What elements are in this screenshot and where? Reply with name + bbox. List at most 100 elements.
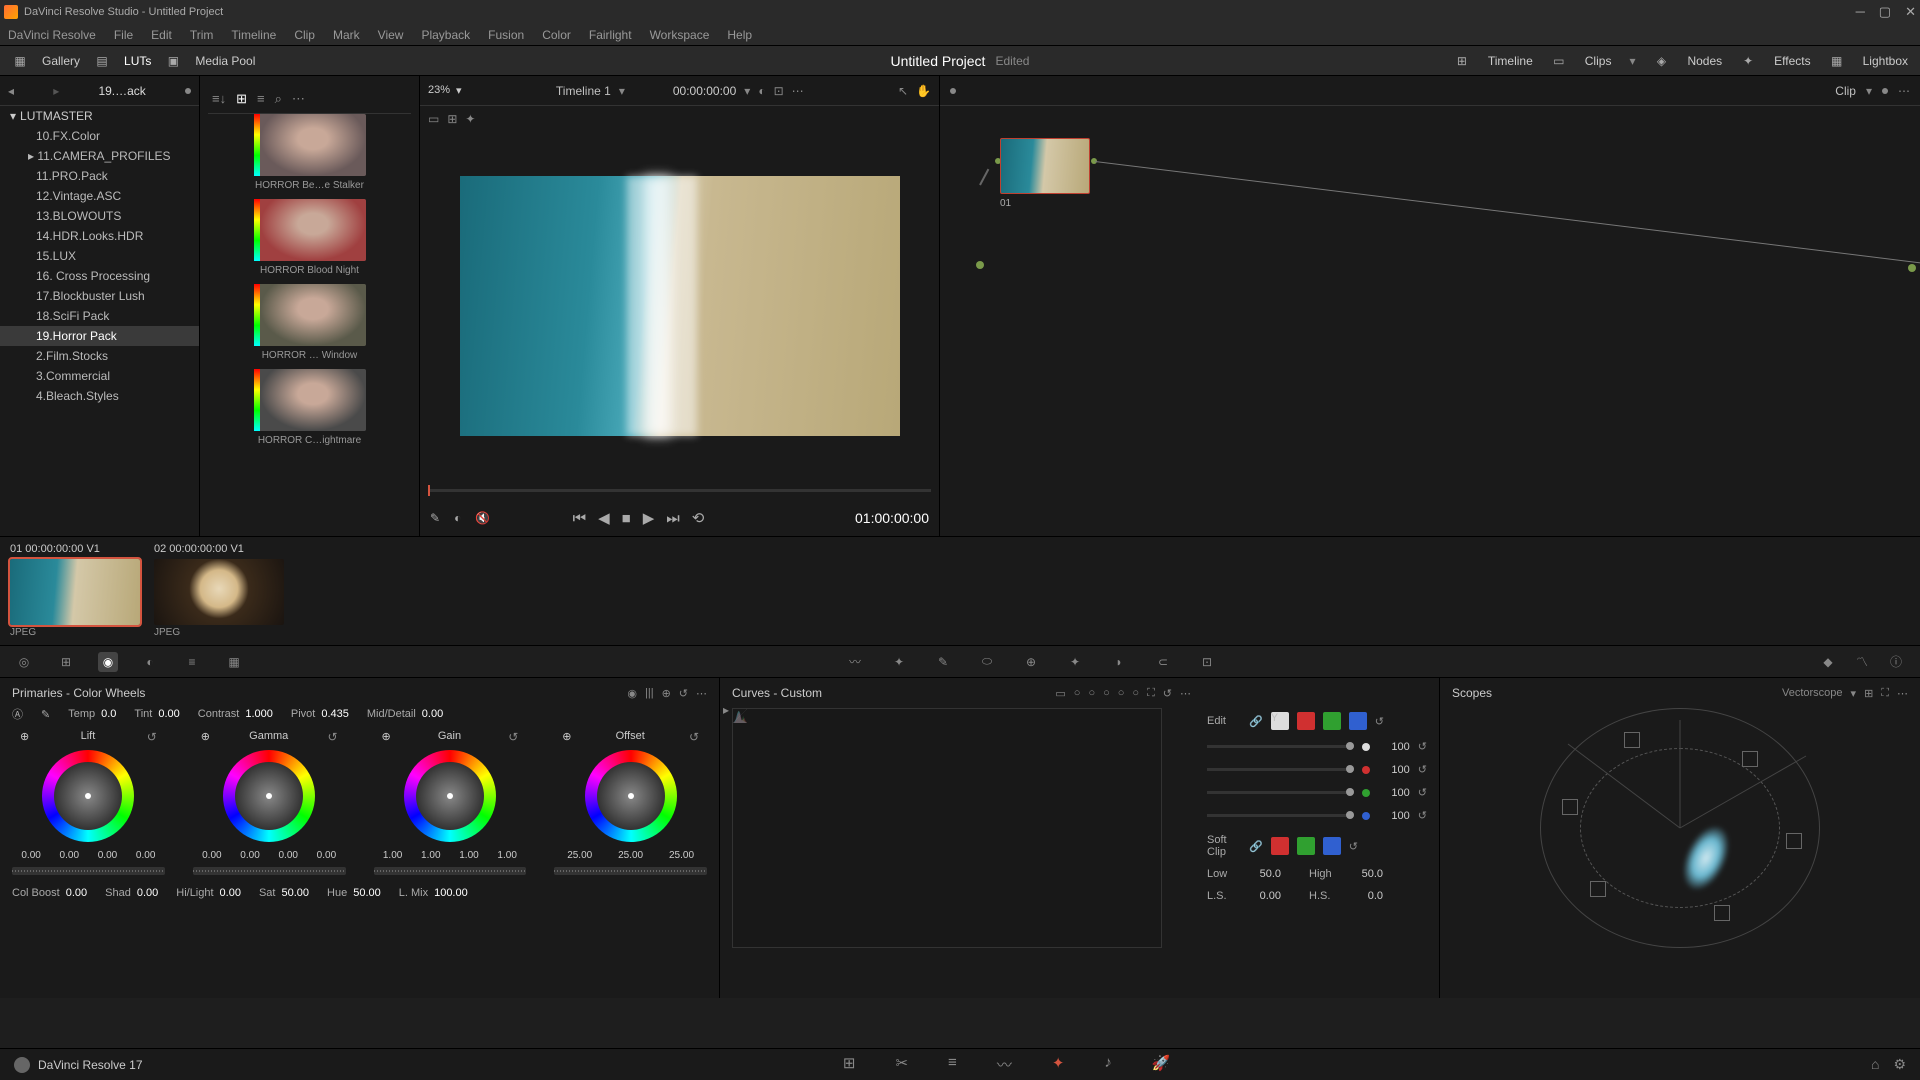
folder-item[interactable]: 14.HDR.Looks.HDR [0, 226, 199, 246]
curve-handle-icon[interactable]: ▸ [723, 703, 729, 717]
folder-item[interactable]: ▸ 11.CAMERA_PROFILES [0, 146, 199, 166]
expand-icon[interactable]: ⛶ [1147, 687, 1155, 700]
maximize-icon[interactable]: ▢ [1879, 4, 1891, 20]
color-wheel[interactable] [42, 750, 134, 842]
clips-button[interactable]: Clips [1585, 54, 1612, 68]
channel-g-chip[interactable] [1323, 712, 1341, 730]
panel-options-icon[interactable]: ⋯ [696, 687, 707, 700]
menu-edit[interactable]: Edit [151, 28, 172, 42]
curve-mode-icon[interactable]: ○ [1074, 687, 1081, 700]
folder-item[interactable]: 10.FX.Color [0, 126, 199, 146]
wheel-val[interactable]: 0.00 [317, 850, 336, 861]
node-01[interactable] [1000, 138, 1090, 194]
adj-value[interactable]: 50.00 [353, 887, 381, 899]
adj-value[interactable]: 100.00 [434, 887, 468, 899]
sizing-icon[interactable]: ⊡ [1197, 652, 1217, 672]
curve-graph[interactable]: ▸ [732, 708, 1162, 948]
playhead[interactable] [428, 485, 430, 496]
wheels-icon[interactable]: ◉ [98, 652, 118, 672]
fairlight-page-icon[interactable]: ♪ [1104, 1054, 1112, 1075]
list-view-icon[interactable]: ≡ [257, 91, 265, 106]
folder-item[interactable]: 19.Horror Pack [0, 326, 199, 346]
menu-view[interactable]: View [378, 28, 404, 42]
timeline-button[interactable]: Timeline [1488, 54, 1533, 68]
channel-reset-icon[interactable]: ↺ [1418, 763, 1427, 776]
close-icon[interactable]: ✕ [1905, 4, 1916, 20]
warper-icon[interactable]: ✦ [889, 652, 909, 672]
menu-davinciresolve[interactable]: DaVinci Resolve [8, 28, 96, 42]
curve-mode-icon[interactable]: ○ [1088, 687, 1095, 700]
media-page-icon[interactable]: ⊞ [843, 1054, 856, 1075]
viewer-tool-icon[interactable]: ▭ [428, 112, 439, 126]
color-wheel[interactable] [585, 750, 677, 842]
curve-mode-icon[interactable]: ○ [1103, 687, 1110, 700]
adj-value[interactable]: 50.00 [281, 887, 309, 899]
folder-item[interactable]: 3.Commercial [0, 366, 199, 386]
contrast-value[interactable]: 1.000 [245, 708, 273, 720]
lut-item[interactable]: HORROR C…ightmare [208, 369, 411, 446]
stop-icon[interactable]: ■ [622, 510, 631, 527]
node-input-green[interactable] [976, 261, 984, 269]
sc-b-chip[interactable] [1323, 837, 1341, 855]
curve-mode-icon[interactable]: ▭ [1055, 687, 1065, 700]
picker-icon[interactable]: ✎ [41, 708, 50, 721]
last-frame-icon[interactable]: ⏭ [666, 510, 680, 527]
wheel-val[interactable]: 0.00 [278, 850, 297, 861]
log-mode-icon[interactable]: ⊕ [662, 687, 671, 700]
folder-item[interactable]: 17.Blockbuster Lush [0, 286, 199, 306]
tree-root-folder[interactable]: ▾ LUTMASTER [0, 106, 199, 126]
nodes-button[interactable]: Nodes [1687, 54, 1722, 68]
wheel-val[interactable]: 0.00 [136, 850, 155, 861]
blur-icon[interactable]: ◗ [1109, 652, 1129, 672]
options-icon[interactable]: ⋯ [1180, 687, 1191, 700]
loop-icon[interactable]: ⟲ [692, 509, 705, 527]
effects-icon[interactable]: ✦ [1740, 53, 1756, 69]
clips-dropdown-icon[interactable]: ▾ [1629, 54, 1635, 68]
low-value[interactable]: 50.0 [1249, 868, 1281, 880]
wheel-picker-icon[interactable]: ⊕ [382, 730, 391, 744]
folder-item[interactable]: 4.Bleach.Styles [0, 386, 199, 406]
menu-trim[interactable]: Trim [190, 28, 214, 42]
search-icon[interactable]: ⌕ [275, 91, 282, 107]
menu-fairlight[interactable]: Fairlight [589, 28, 632, 42]
viewer-tool-icon[interactable]: ⊞ [447, 112, 457, 126]
temp-value[interactable]: 0.0 [101, 708, 116, 720]
master-wheel[interactable] [193, 867, 346, 875]
lut-item[interactable]: HORROR Be…e Stalker [208, 114, 411, 191]
wheels-mode-icon[interactable]: ◉ [627, 687, 637, 700]
folder-item[interactable]: 12.Vintage.ASC [0, 186, 199, 206]
tint-value[interactable]: 0.00 [158, 708, 179, 720]
wheel-val[interactable]: 1.00 [497, 850, 516, 861]
clip-item[interactable]: 02 00:00:00:00 V1JPEG [154, 543, 284, 639]
lightbox-icon[interactable]: ▦ [1829, 53, 1845, 69]
menu-mark[interactable]: Mark [333, 28, 360, 42]
curve-mode-icon[interactable]: ○ [1118, 687, 1125, 700]
luts-icon[interactable]: ▤ [94, 53, 110, 69]
timecode-in[interactable]: 00:00:00:00 [673, 84, 736, 98]
color-match-icon[interactable]: ⊞ [56, 652, 76, 672]
clip-dropdown-icon[interactable]: ▾ [1866, 84, 1872, 98]
channel-slider[interactable] [1207, 768, 1354, 771]
channel-value[interactable]: 100 [1378, 741, 1410, 753]
wheel-picker-icon[interactable]: ⊕ [201, 730, 210, 744]
more-icon[interactable]: ⋯ [792, 84, 804, 98]
adj-value[interactable]: 0.00 [137, 887, 158, 899]
channel-value[interactable]: 100 [1378, 764, 1410, 776]
folder-item[interactable]: 11.PRO.Pack [0, 166, 199, 186]
bypass-icon[interactable]: ◐ [758, 84, 765, 98]
lut-item[interactable]: HORROR … Window [208, 284, 411, 361]
wheel-reset-icon[interactable]: ↺ [327, 730, 337, 744]
key-icon[interactable]: ⊂ [1153, 652, 1173, 672]
scope-mode-label[interactable]: Vectorscope [1782, 687, 1843, 700]
timeline-name[interactable]: Timeline 1 [556, 84, 611, 98]
curve-mode-icon[interactable]: ○ [1132, 687, 1139, 700]
motion-icon[interactable]: ▦ [224, 652, 244, 672]
menu-color[interactable]: Color [542, 28, 571, 42]
pivot-value[interactable]: 0.435 [321, 708, 349, 720]
wheel-val[interactable]: 0.00 [202, 850, 221, 861]
reset-all-icon[interactable]: ↺ [679, 687, 688, 700]
back-icon[interactable]: ◂ [8, 84, 14, 98]
zoom-value[interactable]: 23% [428, 84, 450, 97]
gallery-icon[interactable]: ▦ [12, 53, 28, 69]
menu-playback[interactable]: Playback [421, 28, 470, 42]
